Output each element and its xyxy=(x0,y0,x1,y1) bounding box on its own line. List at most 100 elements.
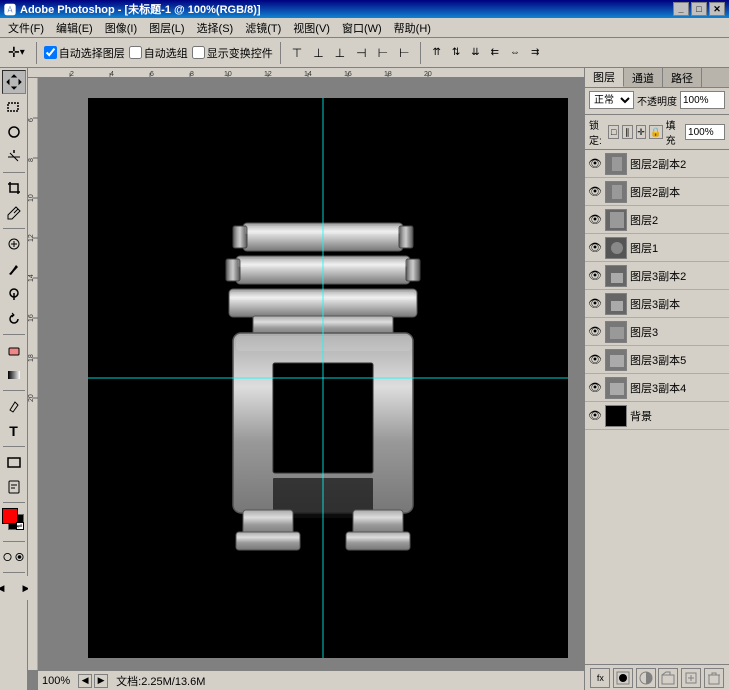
align-right-btn[interactable]: ⊢ xyxy=(395,42,413,64)
pen-tool[interactable] xyxy=(2,394,26,418)
auto-select-layer-label[interactable]: 自动选择图层 xyxy=(44,45,125,61)
dist-top-btn[interactable]: ⇈ xyxy=(428,42,444,64)
layer-visibility-btn[interactable]: 👁 xyxy=(588,241,602,255)
menu-view[interactable]: 视图(V) xyxy=(287,18,336,38)
layer-visibility-btn[interactable]: 👁 xyxy=(588,269,602,283)
menu-window[interactable]: 窗口(W) xyxy=(336,18,388,38)
layer-visibility-btn[interactable]: 👁 xyxy=(588,325,602,339)
layer-styles-btn[interactable]: fx xyxy=(590,668,610,688)
layer-item[interactable]: 👁 图层3 xyxy=(585,318,729,346)
layer-thumbnail xyxy=(605,209,627,231)
close-btn[interactable]: ✕ xyxy=(709,2,725,16)
shape-tool[interactable] xyxy=(2,450,26,474)
tab-channels[interactable]: 通道 xyxy=(624,68,663,87)
move-tool[interactable] xyxy=(2,70,26,94)
align-vmid-btn[interactable]: ⊥ xyxy=(309,42,327,64)
delete-layer-btn[interactable] xyxy=(704,668,724,688)
layer-visibility-btn[interactable]: 👁 xyxy=(588,157,602,171)
nav-next-btn[interactable]: ▶ xyxy=(94,674,108,688)
adjustment-layer-btn[interactable] xyxy=(636,668,656,688)
align-left-btn[interactable]: ⊣ xyxy=(352,42,370,64)
show-transform-controls-label[interactable]: 显示变换控件 xyxy=(192,45,273,61)
toolbar: ✛ ▾ 自动选择图层 自动选组 显示变换控件 ⊤ ⊥ ⊥ ⊣ ⊢ ⊢ ⇈ ⇅ ⇊… xyxy=(0,38,729,68)
layer-mask-btn[interactable] xyxy=(613,668,633,688)
layer-item[interactable]: 👁 图层3副本4 xyxy=(585,374,729,402)
dist-right-btn[interactable]: ⇉ xyxy=(527,42,543,64)
blend-mode-select[interactable]: 正常 xyxy=(589,91,634,109)
maximize-btn[interactable]: □ xyxy=(691,2,707,16)
layer-item[interactable]: 👁 图层3副本5 xyxy=(585,346,729,374)
align-bottom-btn[interactable]: ⊥ xyxy=(331,42,349,64)
menu-image[interactable]: 图像(I) xyxy=(99,18,143,38)
auto-select-group-label[interactable]: 自动选组 xyxy=(129,45,188,61)
menu-filter[interactable]: 滤镜(T) xyxy=(239,18,287,38)
layer-visibility-btn[interactable]: 👁 xyxy=(588,213,602,227)
art-canvas[interactable] xyxy=(88,98,568,658)
auto-select-layer-checkbox[interactable] xyxy=(44,46,57,59)
lock-paint-btn[interactable]: ∥ xyxy=(622,125,633,139)
quick-mask-btn[interactable] xyxy=(14,545,25,569)
layer-item[interactable]: 👁 图层2副本2 xyxy=(585,150,729,178)
move-tool-btn[interactable]: ✛ ▾ xyxy=(4,42,29,64)
dist-bottom-btn[interactable]: ⇊ xyxy=(467,42,483,64)
minimize-btn[interactable]: _ xyxy=(673,2,689,16)
notes-tool[interactable] xyxy=(2,475,26,499)
prev-btn[interactable]: ◀ xyxy=(0,576,13,600)
layer-item[interactable]: 👁 背景 xyxy=(585,402,729,430)
tab-layers[interactable]: 图层 xyxy=(585,68,624,87)
layer-item[interactable]: 👁 图层3副本2 xyxy=(585,262,729,290)
canvas-drawing xyxy=(88,98,568,658)
text-tool[interactable]: T xyxy=(2,419,26,443)
auto-select-group-checkbox[interactable] xyxy=(129,46,142,59)
lasso-tool[interactable] xyxy=(2,120,26,144)
layer-group-btn[interactable] xyxy=(658,668,678,688)
eraser-tool[interactable] xyxy=(2,338,26,362)
align-top-btn[interactable]: ⊤ xyxy=(288,42,306,64)
clone-tool[interactable] xyxy=(2,282,26,306)
swap-colors-btn[interactable]: ⇌ xyxy=(16,522,24,530)
layer-visibility-btn[interactable]: 👁 xyxy=(588,297,602,311)
gradient-tool[interactable] xyxy=(2,363,26,387)
canvas-viewport[interactable] xyxy=(38,78,584,670)
tab-paths[interactable]: 路径 xyxy=(663,68,702,87)
title-controls[interactable]: _ □ ✕ xyxy=(673,2,725,16)
align-hcenter-btn[interactable]: ⊢ xyxy=(374,42,392,64)
lock-all-btn[interactable]: 🔒 xyxy=(649,125,662,139)
opacity-input[interactable] xyxy=(680,91,725,109)
dist-left-btn[interactable]: ⇇ xyxy=(487,42,503,64)
selection-tool[interactable] xyxy=(2,95,26,119)
heal-tool[interactable] xyxy=(2,232,26,256)
fill-input[interactable] xyxy=(685,124,725,140)
layer-visibility-btn[interactable]: 👁 xyxy=(588,409,602,423)
menu-file[interactable]: 文件(F) xyxy=(2,18,50,38)
brush-tool[interactable] xyxy=(2,257,26,281)
show-transform-checkbox[interactable] xyxy=(192,46,205,59)
layer-item[interactable]: 👁 图层2副本 xyxy=(585,178,729,206)
menu-layer[interactable]: 图层(L) xyxy=(143,18,190,38)
layer-thumbnail xyxy=(605,377,627,399)
layer-item[interactable]: 👁 图层2 xyxy=(585,206,729,234)
nav-prev-btn[interactable]: ◀ xyxy=(78,674,92,688)
history-tool[interactable] xyxy=(2,307,26,331)
fill-label: 填充 xyxy=(666,117,680,147)
menu-help[interactable]: 帮助(H) xyxy=(388,18,437,38)
layer-item[interactable]: 👁 图层3副本 xyxy=(585,290,729,318)
layer-item[interactable]: 👁 图层1 xyxy=(585,234,729,262)
panel-lock-row: 锁定: □ ∥ ✛ 🔒 填充 xyxy=(585,115,729,150)
new-layer-btn[interactable] xyxy=(681,668,701,688)
crop-tool[interactable] xyxy=(2,176,26,200)
toolbox: T ⇌ ◀ ▶ xyxy=(0,68,28,690)
blend-mode-row: 正常 不透明度 xyxy=(589,91,725,109)
menu-select[interactable]: 选择(S) xyxy=(191,18,240,38)
layer-visibility-btn[interactable]: 👁 xyxy=(588,185,602,199)
lock-move-btn[interactable]: ✛ xyxy=(636,125,647,139)
standard-mode-btn[interactable] xyxy=(2,545,13,569)
dist-hcenter-btn[interactable]: ⇔ xyxy=(506,42,524,64)
layer-visibility-btn[interactable]: 👁 xyxy=(588,381,602,395)
menu-edit[interactable]: 编辑(E) xyxy=(50,18,99,38)
magic-wand-tool[interactable] xyxy=(2,145,26,169)
eyedropper-tool[interactable] xyxy=(2,201,26,225)
dist-vmid-btn[interactable]: ⇅ xyxy=(448,42,464,64)
lock-transparency-btn[interactable]: □ xyxy=(608,125,619,139)
layer-visibility-btn[interactable]: 👁 xyxy=(588,353,602,367)
